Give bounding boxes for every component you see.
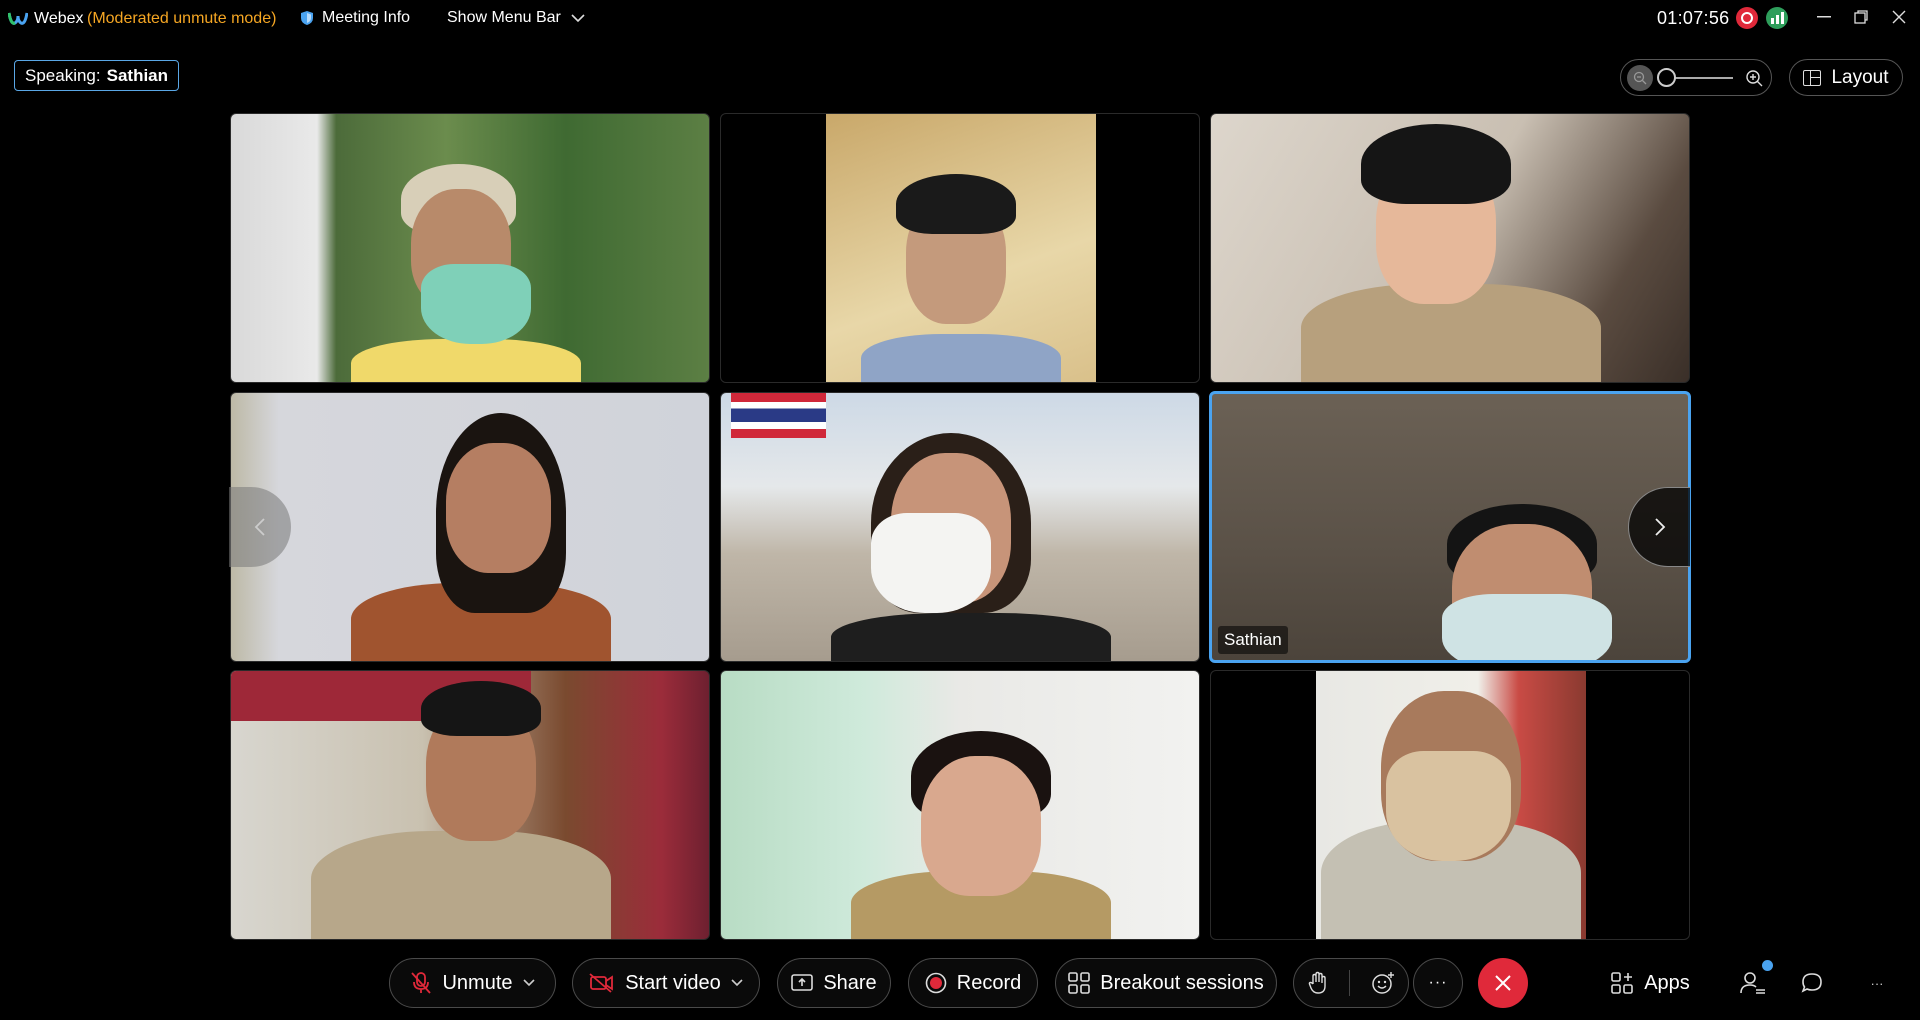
network-stats-icon[interactable] [1766, 7, 1788, 29]
start-video-button[interactable]: Start video [572, 958, 760, 1008]
participant-video-tile[interactable] [230, 113, 710, 383]
meeting-info-button[interactable]: Meeting Info [300, 9, 410, 27]
speaking-name: Sathian [106, 65, 169, 85]
app-name: Webex [34, 10, 84, 27]
share-label: Share [823, 971, 877, 994]
speaking-label: Speaking: [25, 65, 101, 85]
unmute-label: Unmute [442, 971, 513, 994]
unmute-button[interactable]: Unmute [389, 958, 556, 1008]
chat-button[interactable] [1797, 958, 1827, 1008]
zoom-slider[interactable] [1657, 67, 1733, 87]
recording-indicator-icon[interactable] [1736, 7, 1758, 29]
zoom-in-icon[interactable] [1743, 67, 1765, 89]
record-icon [925, 972, 947, 994]
microphone-muted-icon [411, 972, 432, 994]
meeting-info-label: Meeting Info [322, 9, 411, 26]
reactions-group [1293, 958, 1409, 1008]
breakout-sessions-button[interactable]: Breakout sessions [1055, 958, 1277, 1008]
record-label: Record [956, 971, 1022, 994]
grid-layout-icon [1803, 69, 1822, 86]
reactions-emoji-icon[interactable] [1371, 971, 1395, 995]
participant-video-tile[interactable] [1210, 113, 1690, 383]
zoom-out-icon[interactable] [1627, 64, 1653, 91]
apps-icon [1611, 972, 1634, 994]
more-options-label: ··· [1428, 974, 1448, 991]
webex-logo-icon [8, 12, 28, 25]
participant-video-tile[interactable] [720, 670, 1200, 940]
participant-video-tile[interactable] [1210, 670, 1690, 940]
leave-meeting-button[interactable] [1478, 958, 1528, 1008]
participant-video-tile-active-speaker[interactable]: Sathian [1209, 391, 1691, 663]
meeting-timer: 01:07:56 [1657, 8, 1730, 28]
minimize-window-icon[interactable] [1809, 2, 1839, 32]
participant-name: Sathian [1218, 626, 1288, 654]
more-options-button[interactable]: ··· [1413, 958, 1463, 1008]
participant-video-tile[interactable] [230, 392, 710, 662]
breakout-sessions-label: Breakout sessions [1100, 971, 1264, 994]
chevron-left-icon [254, 518, 265, 536]
participant-video-tile[interactable] [720, 113, 1200, 383]
moderated-mode-label: (Moderated unmute mode) [87, 10, 277, 27]
overflow-menu-label: ··· [1870, 975, 1884, 991]
share-button[interactable]: Share [777, 958, 891, 1008]
layout-button[interactable]: Layout [1789, 59, 1903, 96]
video-off-icon [589, 973, 614, 993]
participant-video-tile[interactable] [230, 670, 710, 940]
layout-label: Layout [1831, 66, 1889, 88]
divider [1348, 970, 1350, 996]
overflow-menu-button[interactable]: ··· [1865, 958, 1889, 1008]
raise-hand-icon[interactable] [1308, 971, 1328, 995]
breakout-sessions-icon [1068, 972, 1091, 994]
shield-icon [301, 11, 313, 25]
chevron-down-icon [571, 13, 585, 22]
participants-icon [1740, 972, 1765, 994]
participant-video-tile[interactable] [720, 392, 1200, 662]
chevron-down-icon[interactable] [731, 979, 743, 987]
show-menu-bar-button[interactable]: Show Menu Bar [447, 9, 585, 27]
participants-notification-badge [1762, 960, 1773, 971]
restore-window-icon[interactable] [1846, 2, 1876, 32]
title-bar: Webex (Moderated unmute mode) Meeting In… [0, 0, 1920, 38]
close-window-icon[interactable] [1884, 2, 1914, 32]
close-icon [1495, 975, 1511, 991]
show-menu-bar-label: Show Menu Bar [447, 9, 561, 26]
start-video-label: Start video [625, 971, 721, 994]
apps-label: Apps [1644, 971, 1690, 994]
video-zoom-control [1620, 59, 1772, 96]
record-button[interactable]: Record [908, 958, 1038, 1008]
zoom-slider-thumb[interactable] [1657, 67, 1676, 87]
chevron-down-icon[interactable] [522, 979, 535, 987]
chat-bubble-icon [1801, 973, 1822, 993]
apps-button[interactable]: Apps [1605, 958, 1695, 1008]
chevron-right-icon [1654, 518, 1665, 536]
active-speaker-badge: Speaking: Sathian [14, 60, 180, 91]
share-screen-icon [791, 974, 814, 991]
